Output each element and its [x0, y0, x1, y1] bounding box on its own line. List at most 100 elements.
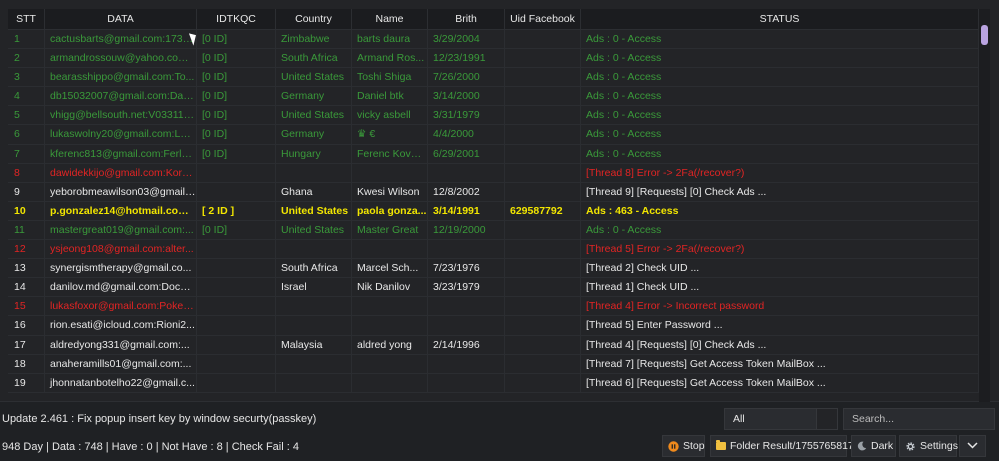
folder-result-button[interactable]: Folder Result/1755765817	[710, 435, 854, 457]
table-row[interactable]: 4 db15032007@gmail.com:Dan... [0 ID] German…	[8, 87, 979, 107]
cell-country: Ghana	[276, 182, 352, 201]
cell-uid-facebook	[505, 144, 581, 163]
chevron-down-icon	[967, 440, 978, 452]
column-header-uid-facebook[interactable]: Uid Facebook	[505, 9, 581, 29]
table-row[interactable]: 13 synergismtherapy@gmail.co... South Afri…	[8, 259, 979, 279]
cell-uid-facebook	[505, 163, 581, 182]
table-row[interactable]: 19 jhonnatanbotelho22@gmail.c... [Thread 6…	[8, 373, 979, 393]
cell-idtkqc: [0 ID]	[197, 30, 276, 49]
cell-data: yeborobmeawilson03@gmail....	[45, 182, 197, 201]
filter-select[interactable]: All	[724, 408, 838, 430]
cell-idtkqc	[197, 278, 276, 297]
cell-stt: 6	[8, 125, 45, 144]
table-row[interactable]: 5 vhigg@bellsouth.net:V033119... [0 ID] Uni…	[8, 106, 979, 126]
cell-stt: 5	[8, 106, 45, 125]
dark-mode-label: Dark	[871, 440, 894, 452]
cell-name	[352, 316, 428, 335]
cell-country: Zimbabwe	[276, 30, 352, 49]
cell-brith: 7/23/1976	[428, 259, 505, 278]
stop-button[interactable]: Stop	[662, 435, 705, 457]
table-row[interactable]: 16 rion.esati@icloud.com:Rioni2... [Thread…	[8, 316, 979, 336]
cell-country: United States	[276, 201, 352, 220]
cell-uid-facebook	[505, 297, 581, 316]
cell-uid-facebook	[505, 335, 581, 354]
table-row[interactable]: 14 danilov.md@gmail.com:DocKl... Israel Nik…	[8, 278, 979, 298]
column-header-name[interactable]: Name	[352, 9, 428, 29]
column-header-idtkqc[interactable]: IDTKQC	[197, 9, 276, 29]
cell-data: danilov.md@gmail.com:DocKl...	[45, 278, 197, 297]
cell-name: Ferenc Kovács	[352, 144, 428, 163]
cell-status: [Thread 5] Enter Password ...	[581, 316, 979, 335]
filter-select-value: All	[733, 413, 745, 425]
cell-brith: 12/8/2002	[428, 182, 505, 201]
cell-country	[276, 373, 352, 392]
cell-uid-facebook	[505, 182, 581, 201]
stop-button-label: Stop	[683, 440, 705, 452]
cell-status: [Thread 4] [Requests] [0] Check Ads ...	[581, 335, 979, 354]
cell-data: synergismtherapy@gmail.co...	[45, 259, 197, 278]
cell-uid-facebook	[505, 68, 581, 87]
column-header-brith[interactable]: Brith	[428, 9, 505, 29]
table-row[interactable]: 9 yeborobmeawilson03@gmail.... Ghana Kwesi …	[8, 182, 979, 202]
cell-idtkqc: [0 ID]	[197, 125, 276, 144]
table-row[interactable]: 11 mastergreat019@gmail.com:... [0 ID] Unit…	[8, 220, 979, 241]
cell-status: [Thread 2] Check UID ...	[581, 259, 979, 278]
cell-stt: 12	[8, 240, 45, 259]
table-row[interactable]: 10 p.gonzalez14@hotmail.com:C...[ 2 ID ] U…	[8, 201, 979, 221]
cell-status: Ads : 0 - Access	[581, 87, 979, 106]
column-header-status[interactable]: STATUS	[581, 9, 979, 29]
cell-country: United States	[276, 68, 352, 87]
cell-name: Armand Ros...	[352, 49, 428, 68]
cell-uid-facebook	[505, 259, 581, 278]
table-row[interactable]: 12 ysjeong108@gmail.com:alter... [Thread 5…	[8, 240, 979, 260]
cell-country	[276, 240, 352, 259]
cell-idtkqc	[197, 373, 276, 392]
cell-name: ♛ €	[352, 125, 428, 144]
cell-data: ysjeong108@gmail.com:alter...	[45, 240, 197, 259]
column-header-data[interactable]: DATA	[45, 9, 197, 29]
table-row[interactable]: 3 bearasshippo@gmail.com:To... [0 ID] Unite…	[8, 68, 979, 88]
cell-idtkqc	[197, 297, 276, 316]
cell-name: Marcel Sch...	[352, 259, 428, 278]
vertical-scrollbar[interactable]	[979, 9, 990, 402]
cell-stt: 15	[8, 297, 45, 316]
scrollbar-thumb[interactable]	[981, 25, 988, 45]
table-row[interactable]: 15 lukasfoxor@gmail.com:Pokem... [Thread 4…	[8, 297, 979, 317]
cell-brith: 3/14/1991	[428, 201, 505, 220]
cell-data: lukasfoxor@gmail.com:Pokem...	[45, 297, 197, 316]
cell-stt: 2	[8, 49, 45, 68]
cell-brith	[428, 373, 505, 392]
table-row[interactable]: 1 cactusbarts@gmail.com:1738... [0 ID] Zimb…	[8, 30, 979, 50]
table-row[interactable]: 6 lukaswolny20@gmail.com:Luki... [0 ID] Ger…	[8, 125, 979, 145]
table-row[interactable]: 18 anaheramills01@gmail.com:... [Thread 7]…	[8, 354, 979, 374]
settings-button[interactable]: Settings	[899, 435, 958, 457]
gear-icon	[905, 441, 916, 452]
cell-data: aldredyong331@gmail.com:...	[45, 335, 197, 354]
table-row[interactable]: 8 dawidekkijo@gmail.com:Kore... [Thread 8]…	[8, 163, 979, 183]
table-row[interactable]: 17 aldredyong331@gmail.com:... Malaysia ald…	[8, 335, 979, 355]
column-header-stt[interactable]: STT	[8, 9, 45, 29]
cell-uid-facebook	[505, 373, 581, 392]
cell-uid-facebook	[505, 106, 581, 125]
cell-name: vicky asbell	[352, 106, 428, 125]
cell-stt: 17	[8, 335, 45, 354]
chevron-down-icon[interactable]	[816, 409, 837, 429]
cell-idtkqc	[197, 354, 276, 373]
table-row[interactable]: 2 armandrossouw@yahoo.com:... [0 ID] South …	[8, 49, 979, 69]
folder-icon	[716, 440, 726, 450]
column-header-country[interactable]: Country	[276, 9, 352, 29]
cell-name: aldred yong	[352, 335, 428, 354]
cell-brith	[428, 163, 505, 182]
search-input[interactable]	[843, 408, 995, 430]
cell-brith: 3/31/1979	[428, 106, 505, 125]
cell-status: [Thread 9] [Requests] [0] Check Ads ...	[581, 182, 979, 201]
cell-idtkqc: [0 ID]	[197, 68, 276, 87]
table-row[interactable]: 7 kferenc813@gmail.com:Ferl20... [0 ID] Hun…	[8, 144, 979, 164]
cell-data: dawidekkijo@gmail.com:Kore...	[45, 163, 197, 182]
cell-uid-facebook	[505, 354, 581, 373]
dark-mode-button[interactable]: Dark	[851, 435, 896, 457]
cell-brith	[428, 297, 505, 316]
more-button[interactable]	[959, 435, 986, 457]
cell-brith: 6/29/2001	[428, 144, 505, 163]
cell-country: Israel	[276, 278, 352, 297]
